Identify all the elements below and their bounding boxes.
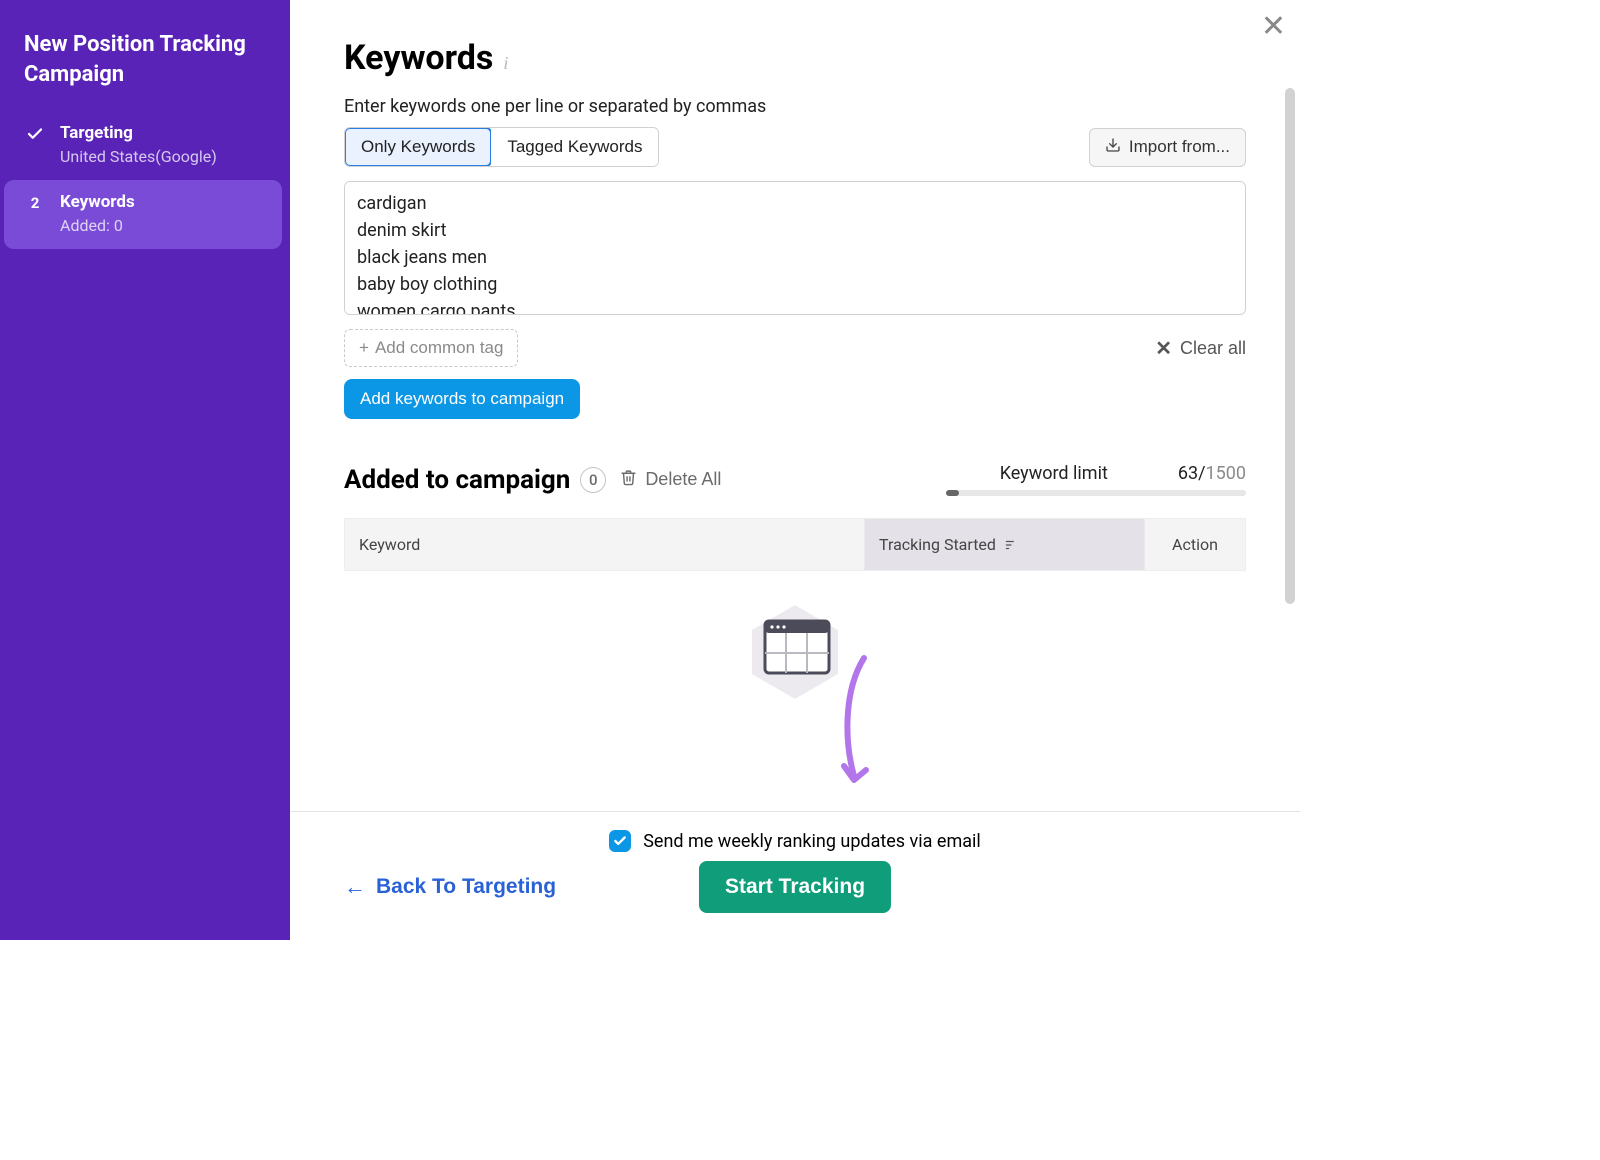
email-updates-checkbox[interactable] bbox=[609, 830, 631, 852]
import-label: Import from... bbox=[1129, 137, 1230, 157]
start-tracking-button[interactable]: Start Tracking bbox=[699, 861, 891, 913]
scrollbar-thumb[interactable] bbox=[1285, 88, 1295, 604]
limit-label: Keyword limit bbox=[1000, 463, 1108, 484]
add-tag-label: Add common tag bbox=[375, 338, 504, 358]
close-button[interactable]: ✕ bbox=[1261, 12, 1286, 42]
delete-all-label: Delete All bbox=[645, 469, 721, 490]
close-icon: ✕ bbox=[1155, 336, 1172, 361]
step-subtext: Added: 0 bbox=[60, 216, 135, 235]
keyword-mode-segment: Only Keywords Tagged Keywords bbox=[344, 127, 659, 167]
delete-all-button[interactable]: Delete All bbox=[620, 469, 721, 491]
step-keywords[interactable]: 2 Keywords Added: 0 bbox=[4, 180, 282, 249]
campaign-section-title: Added to campaign 0 bbox=[344, 465, 606, 495]
add-common-tag-button[interactable]: + Add common tag bbox=[344, 329, 518, 367]
column-keyword[interactable]: Keyword bbox=[345, 519, 865, 570]
arrow-left-icon: ← bbox=[344, 874, 366, 900]
plus-icon: + bbox=[359, 338, 369, 358]
limit-max: 1500 bbox=[1206, 463, 1246, 484]
limit-used: 63 bbox=[1178, 463, 1198, 484]
info-icon[interactable]: i bbox=[503, 53, 508, 74]
step-targeting[interactable]: Targeting United States(Google) bbox=[0, 111, 290, 180]
wizard-footer: Send me weekly ranking updates via email… bbox=[290, 811, 1300, 940]
step-label: Targeting bbox=[60, 123, 217, 143]
main-panel: ✕ Keywords i Enter keywords one per line… bbox=[290, 0, 1300, 940]
wizard-title: New Position Tracking Campaign bbox=[0, 30, 290, 111]
back-label: Back To Targeting bbox=[376, 875, 556, 899]
limit-progress-bar bbox=[946, 490, 1246, 496]
trash-icon bbox=[620, 469, 637, 491]
clear-all-label: Clear all bbox=[1180, 338, 1246, 359]
campaign-count-badge: 0 bbox=[580, 467, 606, 493]
keywords-textarea[interactable] bbox=[344, 181, 1246, 315]
step-subtext: United States(Google) bbox=[60, 147, 217, 166]
back-to-targeting-button[interactable]: ← Back To Targeting bbox=[344, 874, 556, 900]
step-number: 2 bbox=[24, 192, 46, 214]
email-updates-label: Send me weekly ranking updates via email bbox=[643, 831, 981, 852]
page-title: Keywords bbox=[344, 38, 493, 78]
sort-desc-icon bbox=[1004, 538, 1018, 552]
tab-only-keywords[interactable]: Only Keywords bbox=[344, 127, 492, 167]
tab-tagged-keywords[interactable]: Tagged Keywords bbox=[491, 128, 658, 166]
clear-all-button[interactable]: ✕ Clear all bbox=[1155, 336, 1246, 361]
download-icon bbox=[1105, 137, 1121, 158]
wizard-sidebar: New Position Tracking Campaign Targeting… bbox=[0, 0, 290, 940]
page-subtitle: Enter keywords one per line or separated… bbox=[344, 96, 1246, 117]
keywords-table: Keyword Tracking Started Action bbox=[344, 518, 1246, 571]
column-tracking-started[interactable]: Tracking Started bbox=[865, 519, 1145, 570]
column-action: Action bbox=[1145, 519, 1245, 570]
keyword-limit: Keyword limit 63/1500 bbox=[946, 463, 1246, 496]
empty-state-illustration bbox=[344, 601, 1246, 701]
import-button[interactable]: Import from... bbox=[1089, 128, 1246, 167]
step-label: Keywords bbox=[60, 192, 135, 212]
add-keywords-button[interactable]: Add keywords to campaign bbox=[344, 379, 580, 419]
check-icon bbox=[24, 123, 46, 145]
